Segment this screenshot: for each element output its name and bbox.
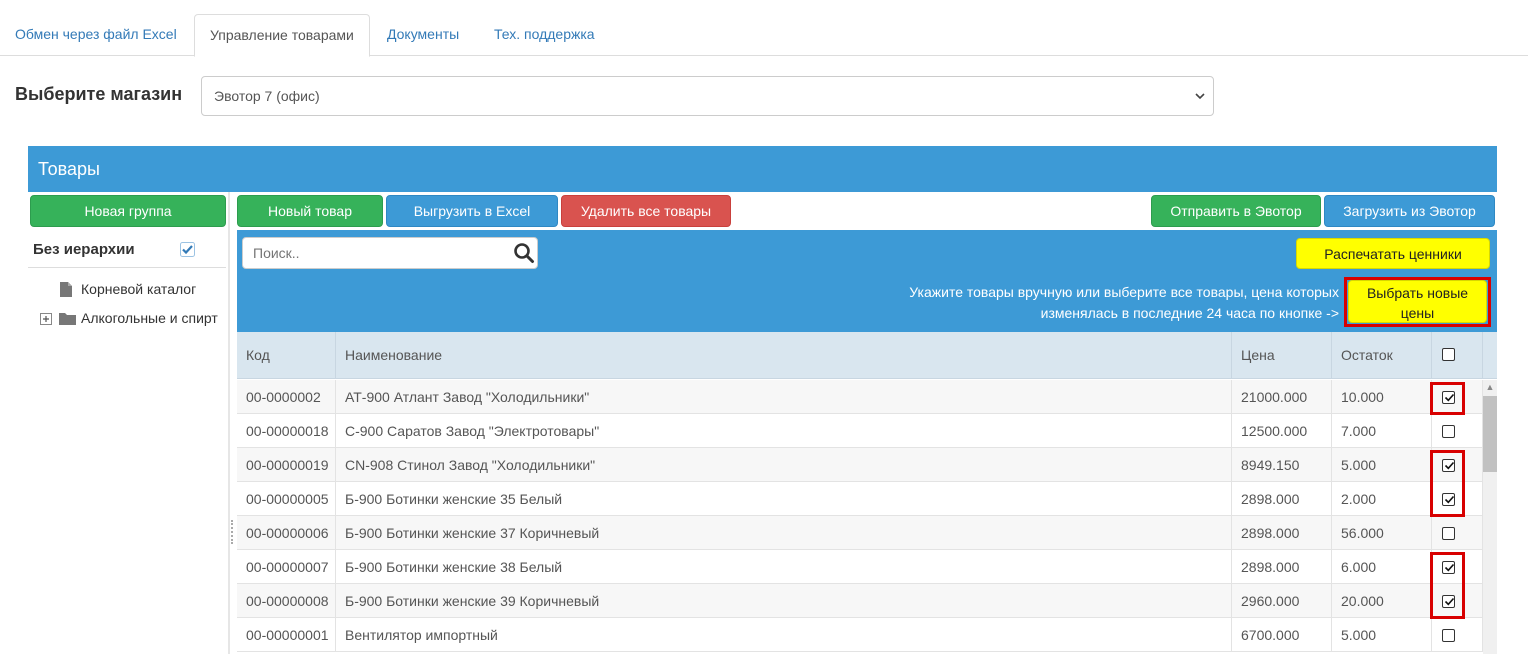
search-box xyxy=(242,237,538,269)
splitter-handle[interactable] xyxy=(231,520,233,544)
cell-stock: 56.000 xyxy=(1332,516,1432,550)
store-label: Выберите магазин xyxy=(15,84,183,104)
hint-line-1: Укажите товары вручную или выберите все … xyxy=(909,284,1339,300)
export-excel-button[interactable]: Выгрузить в Excel xyxy=(386,195,558,227)
cell-code: 00-00000005 xyxy=(237,482,336,516)
tab-product-management[interactable]: Управление товарами xyxy=(194,14,370,57)
tree-item-label: Корневой каталог xyxy=(81,281,197,297)
sidebar-splitter[interactable] xyxy=(228,192,230,654)
search-icon[interactable] xyxy=(513,242,535,264)
cell-stock: 6.000 xyxy=(1332,550,1432,584)
scroll-up-icon[interactable]: ▲ xyxy=(1483,380,1497,394)
cell-select xyxy=(1432,618,1483,652)
column-header-code[interactable]: Код xyxy=(237,332,336,379)
tab-bar: Обмен через файл Excel Управление товара… xyxy=(0,0,1528,57)
load-from-evotor-button[interactable]: Загрузить из Эвотор xyxy=(1324,195,1495,227)
cell-name: Б-900 Ботинки женские 39 Коричневый xyxy=(336,584,1232,618)
tab-documents[interactable]: Документы xyxy=(372,14,474,56)
cell-name: Вентилятор импортный xyxy=(336,618,1232,652)
cell-stock: 5.000 xyxy=(1332,618,1432,652)
table-row[interactable]: 00-00000019 CN-908 Стинол Завод "Холодиль… xyxy=(237,448,1483,482)
cell-code: 00-00000008 xyxy=(237,584,336,618)
cell-stock: 5.000 xyxy=(1332,448,1432,482)
annotation-frame xyxy=(1430,552,1465,619)
cell-stock: 2.000 xyxy=(1332,482,1432,516)
cell-code: 00-00000001 xyxy=(237,618,336,652)
cell-name: Б-900 Ботинки женские 38 Белый xyxy=(336,550,1232,584)
store-select[interactable]: Эвотор 7 (офис) xyxy=(201,76,1214,116)
select-all-checkbox[interactable] xyxy=(1442,348,1455,361)
cell-code: 00-00000018 xyxy=(237,414,336,448)
new-group-button[interactable]: Новая группа xyxy=(30,195,226,227)
cell-stock: 7.000 xyxy=(1332,414,1432,448)
cell-price: 2898.000 xyxy=(1232,516,1332,550)
cell-code: 00-00000019 xyxy=(237,448,336,482)
cell-price: 21000.000 xyxy=(1232,380,1332,414)
panel-title: Товары xyxy=(38,159,100,179)
store-select-value: Эвотор 7 (офис) xyxy=(214,88,320,104)
column-header-name[interactable]: Наименование xyxy=(336,332,1232,379)
table-row[interactable]: 00-00000008 Б-900 Ботинки женские 39 Кори… xyxy=(237,584,1483,618)
table-row[interactable]: 00-00000006 Б-900 Ботинки женские 37 Кори… xyxy=(237,516,1483,550)
new-item-button[interactable]: Новый товар xyxy=(237,195,383,227)
annotation-frame xyxy=(1344,277,1491,327)
hint-text: Укажите товары вручную или выберите все … xyxy=(779,282,1339,324)
cell-select xyxy=(1432,516,1483,550)
cell-price: 2898.000 xyxy=(1232,482,1332,516)
row-checkbox[interactable] xyxy=(1442,527,1455,540)
file-icon xyxy=(59,281,73,301)
scrollbar-thumb[interactable] xyxy=(1483,396,1497,472)
cell-price: 2960.000 xyxy=(1232,584,1332,618)
print-price-tags-button[interactable]: Распечатать ценники xyxy=(1296,238,1490,269)
table-body: 00-0000002 АТ-900 Атлант Завод "Холодильн… xyxy=(237,380,1483,654)
tree-item-label: Алкогольные и спирт xyxy=(81,310,218,326)
search-input[interactable] xyxy=(243,238,513,268)
cell-stock: 10.000 xyxy=(1332,380,1432,414)
folder-icon xyxy=(59,311,76,328)
cell-select xyxy=(1432,414,1483,448)
cell-code: 00-0000002 xyxy=(237,380,336,414)
table-row[interactable]: 00-00000018 С-900 Саратов Завод "Электрот… xyxy=(237,414,1483,448)
expand-icon[interactable] xyxy=(40,312,52,328)
tree-divider xyxy=(28,267,226,268)
row-checkbox[interactable] xyxy=(1442,425,1455,438)
annotation-frame xyxy=(1430,450,1465,517)
cell-price: 2898.000 xyxy=(1232,550,1332,584)
table-row[interactable]: 00-0000002 АТ-900 Атлант Завод "Холодильн… xyxy=(237,380,1483,414)
chevron-down-icon xyxy=(1195,77,1205,129)
cell-code: 00-00000007 xyxy=(237,550,336,584)
tab-excel-exchange[interactable]: Обмен через файл Excel xyxy=(0,14,192,56)
cell-name: С-900 Саратов Завод "Электротовары" xyxy=(336,414,1232,448)
column-header-stock[interactable]: Остаток xyxy=(1332,332,1432,379)
no-hierarchy-label: Без иерархии xyxy=(33,241,135,258)
cell-price: 12500.000 xyxy=(1232,414,1332,448)
cell-name: АТ-900 Атлант Завод "Холодильники" xyxy=(336,380,1232,414)
send-to-evotor-button[interactable]: Отправить в Эвотор xyxy=(1151,195,1321,227)
table-header: Код Наименование Цена Остаток xyxy=(237,332,1497,379)
cell-code: 00-00000006 xyxy=(237,516,336,550)
cell-name: CN-908 Стинол Завод "Холодильники" xyxy=(336,448,1232,482)
cell-name: Б-900 Ботинки женские 35 Белый xyxy=(336,482,1232,516)
table-row[interactable]: 00-00000007 Б-900 Ботинки женские 38 Белы… xyxy=(237,550,1483,584)
row-checkbox[interactable] xyxy=(1442,629,1455,642)
table-row[interactable]: 00-00000005 Б-900 Ботинки женские 35 Белы… xyxy=(237,482,1483,516)
column-header-price[interactable]: Цена xyxy=(1232,332,1332,379)
tree-item-alcohol[interactable]: Алкогольные и спирт xyxy=(40,310,228,328)
delete-all-button[interactable]: Удалить все товары xyxy=(561,195,731,227)
no-hierarchy-checkbox[interactable] xyxy=(180,242,195,257)
panel-header: Товары xyxy=(28,146,1497,192)
cell-stock: 20.000 xyxy=(1332,584,1432,618)
cell-name: Б-900 Ботинки женские 37 Коричневый xyxy=(336,516,1232,550)
tab-support[interactable]: Тех. поддержка xyxy=(479,14,610,56)
annotation-frame xyxy=(1430,382,1465,415)
table-row[interactable]: 00-00000001 Вентилятор импортный 6700.000 5… xyxy=(237,618,1483,652)
cell-price: 8949.150 xyxy=(1232,448,1332,482)
cell-price: 6700.000 xyxy=(1232,618,1332,652)
column-header-select xyxy=(1432,332,1483,379)
hint-line-2: изменялась в последние 24 часа по кнопке… xyxy=(1040,305,1339,321)
